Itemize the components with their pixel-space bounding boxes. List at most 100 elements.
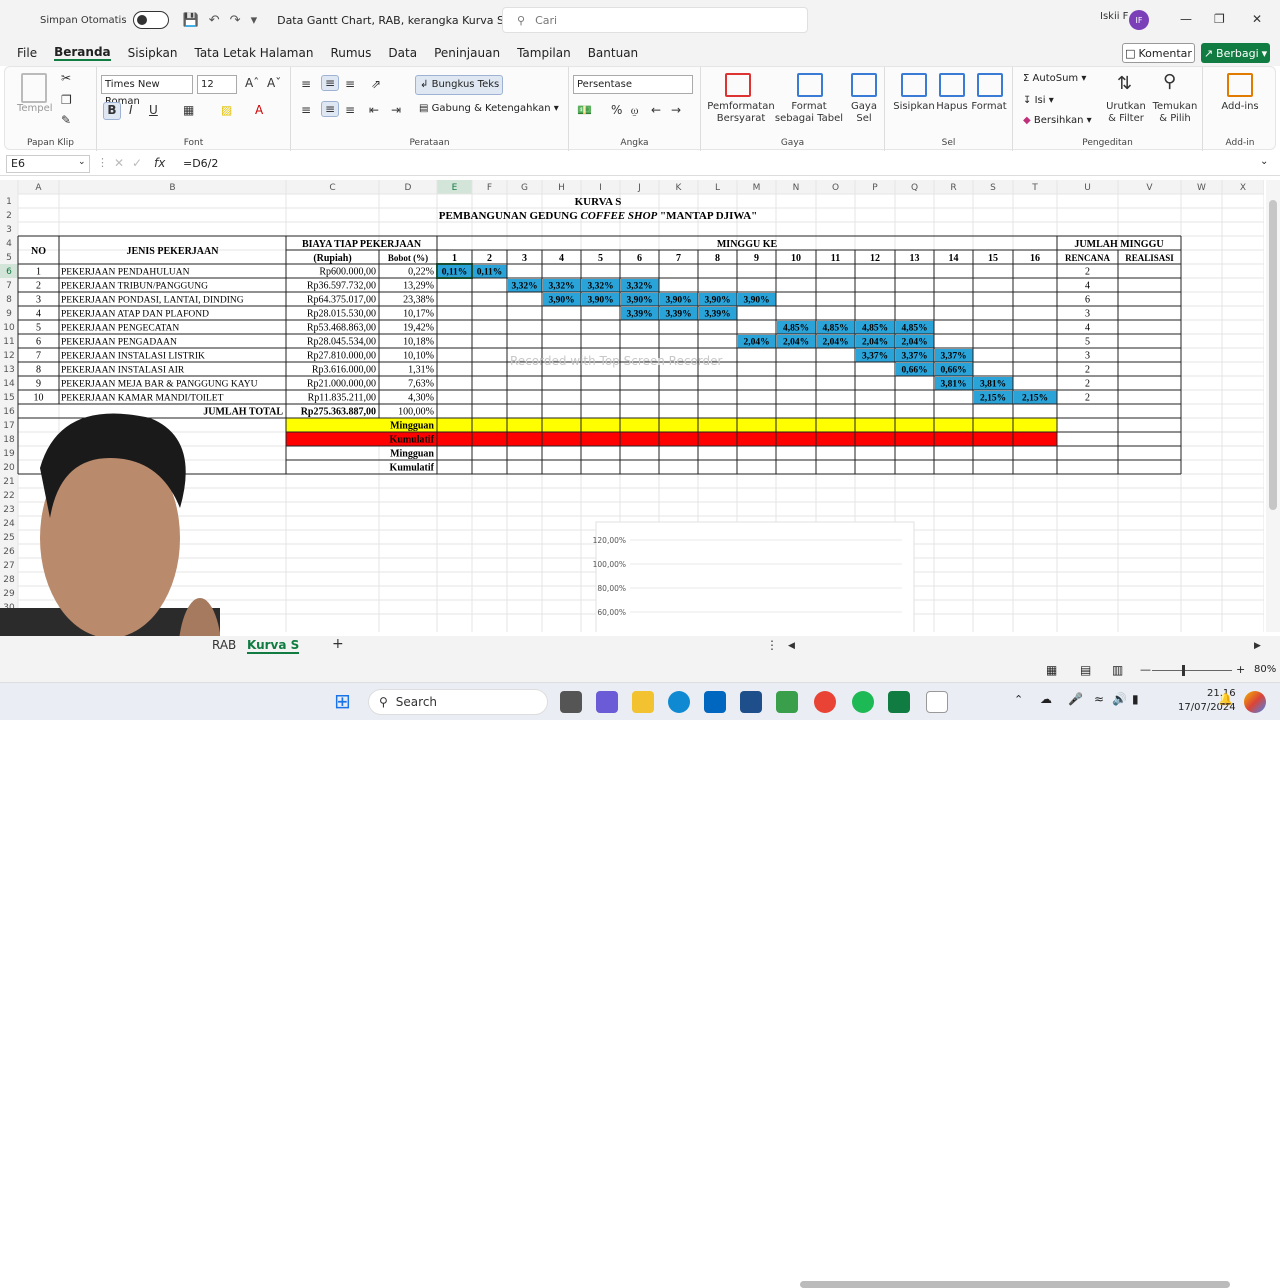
menu-beranda[interactable]: Beranda	[54, 45, 111, 61]
decrease-decimal-icon[interactable]: →	[671, 103, 681, 117]
copy-icon[interactable]: ❐	[61, 93, 72, 107]
find-select-label[interactable]: Temukan & Pilih	[1151, 101, 1199, 125]
row-header-8[interactable]: 8	[6, 295, 12, 305]
column-header-v[interactable]: V	[1146, 183, 1153, 193]
row-header-1[interactable]: 1	[6, 197, 12, 207]
page-layout-icon[interactable]: ▤	[1080, 663, 1091, 677]
decrease-font-icon[interactable]: Aˇ	[267, 76, 281, 90]
insert-cells-icon[interactable]	[901, 73, 927, 97]
row-header-11[interactable]: 11	[3, 337, 14, 347]
row-header-7[interactable]: 7	[6, 281, 12, 291]
column-header-n[interactable]: N	[793, 183, 800, 193]
row-header-12[interactable]: 12	[3, 351, 14, 361]
scroll-right-icon[interactable]: ▶	[1254, 641, 1261, 651]
clear-button[interactable]: ◆ Bersihkan ▾	[1023, 115, 1092, 126]
column-header-l[interactable]: L	[715, 183, 720, 193]
addins-icon[interactable]	[1227, 73, 1253, 97]
increase-decimal-icon[interactable]: ←	[651, 103, 661, 117]
save-icon[interactable]: 💾	[183, 13, 199, 28]
taskbar-search[interactable]: ⚲ Search	[368, 689, 548, 715]
currency-icon[interactable]: 💵	[577, 103, 592, 117]
column-header-b[interactable]: B	[169, 183, 175, 193]
column-header-j[interactable]: J	[637, 183, 641, 193]
format-label[interactable]: Format	[971, 101, 1007, 113]
row-header-4[interactable]: 4	[6, 239, 12, 249]
column-header-d[interactable]: D	[405, 183, 412, 193]
underline-button[interactable]: U	[149, 103, 158, 117]
italic-button[interactable]: I	[129, 103, 133, 117]
borders-icon[interactable]: ▦	[183, 103, 194, 117]
undo-icon[interactable]: ↶	[209, 13, 220, 28]
menu-sisipkan[interactable]: Sisipkan	[128, 46, 178, 60]
store-icon[interactable]	[704, 691, 726, 713]
align-middle-icon[interactable]: ≡	[321, 75, 339, 91]
fill-button[interactable]: ↧ Isi ▾	[1023, 95, 1054, 106]
increase-font-icon[interactable]: Aˆ	[245, 76, 259, 90]
row-header-9[interactable]: 9	[6, 309, 12, 319]
number-format-select[interactable]: Persentase	[573, 75, 693, 94]
document-title[interactable]: Data Gantt Chart, RAB, kerangka Kurva S.…	[277, 14, 514, 27]
zoom-level[interactable]: 80%	[1254, 664, 1276, 675]
windows-start-icon[interactable]: ⊞	[334, 689, 351, 713]
close-icon[interactable]: ✕	[1252, 12, 1262, 26]
merge-center-button[interactable]: ▤ Gabung & Ketengahkan ▾	[419, 103, 559, 114]
autosave-toggle[interactable]	[132, 11, 169, 29]
redo-icon[interactable]: ↷	[230, 13, 241, 28]
column-header-w[interactable]: W	[1197, 183, 1206, 193]
chat-icon[interactable]	[596, 691, 618, 713]
column-header-c[interactable]: C	[329, 183, 335, 193]
menu-peninjauan[interactable]: Peninjauan	[434, 46, 500, 60]
align-bottom-icon[interactable]: ≡	[345, 77, 355, 91]
wifi-icon[interactable]: ≈	[1094, 692, 1104, 706]
zoom-slider[interactable]	[1152, 670, 1232, 671]
format-cells-icon[interactable]	[977, 73, 1003, 97]
more-options-icon[interactable]: ⋮	[766, 638, 778, 652]
notepad-icon[interactable]	[926, 691, 948, 713]
column-header-m[interactable]: M	[753, 183, 761, 193]
volume-icon[interactable]: 🔊	[1112, 692, 1127, 706]
row-header-2[interactable]: 2	[6, 211, 12, 221]
tab-kurva-s[interactable]: Kurva S	[247, 638, 300, 654]
chevron-down-icon[interactable]: ⌄	[78, 157, 86, 167]
insert-function-icon[interactable]: fx	[154, 156, 165, 170]
increase-indent-icon[interactable]: ⇥	[391, 103, 401, 117]
column-header-s[interactable]: S	[990, 183, 996, 193]
decrease-indent-icon[interactable]: ⇤	[369, 103, 379, 117]
enter-icon[interactable]: ✓	[132, 156, 142, 170]
restore-icon[interactable]: ❐	[1214, 12, 1225, 26]
percent-icon[interactable]: %	[611, 103, 622, 117]
align-right-icon[interactable]: ≡	[345, 103, 355, 117]
paste-icon[interactable]	[21, 73, 47, 103]
formula-input[interactable]: =D6/2	[183, 157, 218, 170]
column-header-p[interactable]: P	[872, 183, 878, 193]
avatar[interactable]: IF	[1129, 10, 1149, 30]
app-icon[interactable]	[740, 691, 762, 713]
task-view-icon[interactable]	[560, 691, 582, 713]
row-header-14[interactable]: 14	[3, 379, 15, 389]
menu-tata-letak-halaman[interactable]: Tata Letak Halaman	[194, 46, 313, 60]
cell-styles-icon[interactable]	[851, 73, 877, 97]
align-top-icon[interactable]: ≡	[301, 77, 311, 91]
row-header-13[interactable]: 13	[3, 365, 14, 375]
column-header-u[interactable]: U	[1084, 183, 1091, 193]
column-header-r[interactable]: R	[950, 183, 956, 193]
delete-label[interactable]: Hapus	[935, 101, 969, 113]
conditional-format-icon[interactable]	[725, 73, 751, 97]
notification-icon[interactable]: 🔔	[1218, 692, 1233, 706]
user-name[interactable]: Iskii F	[1100, 11, 1128, 22]
vertical-scrollbar[interactable]	[1266, 180, 1280, 632]
row-header-5[interactable]: 5	[6, 253, 12, 263]
spotify-icon[interactable]	[852, 691, 874, 713]
column-header-f[interactable]: F	[487, 183, 492, 193]
excel-icon[interactable]	[888, 691, 910, 713]
row-header-3[interactable]: 3	[6, 225, 12, 235]
comma-icon[interactable]: ⍹	[631, 103, 638, 118]
cloud-icon[interactable]: ☁	[1040, 692, 1052, 706]
chevron-up-icon[interactable]: ⌃	[1014, 693, 1023, 706]
mic-icon[interactable]: 🎤	[1068, 692, 1083, 706]
search-box[interactable]: ⚲ Cari	[502, 7, 808, 33]
normal-view-icon[interactable]: ▦	[1046, 663, 1057, 677]
conditional-format-label[interactable]: Pemformatan Bersyarat	[703, 101, 779, 125]
horizontal-scrollbar[interactable]	[800, 1281, 1230, 1288]
column-header-o[interactable]: O	[832, 183, 839, 193]
